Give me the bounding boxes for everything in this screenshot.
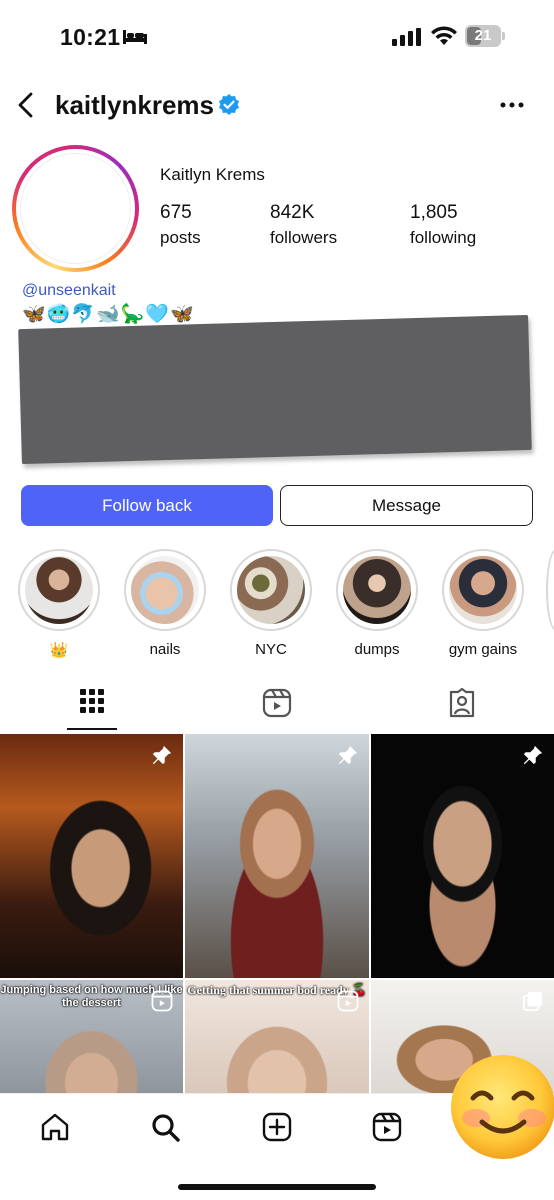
battery-percent: 21 [474,27,492,44]
battery-indicator: 21 [465,25,505,47]
profile-header: kaitlynkrems [0,80,554,130]
sleep-focus-icon [123,30,147,44]
stat-followers[interactable]: 842K followers [270,202,337,248]
post-thumbnail[interactable] [371,734,554,978]
highlight-label: dumps [354,641,400,658]
post-thumbnail[interactable] [0,734,183,978]
tab-reels[interactable] [185,682,369,732]
search-icon[interactable] [150,1112,180,1142]
profile-summary: Kaitlyn Krems 675 posts 842K followers 1… [0,145,554,275]
carousel-indicator-icon [522,991,543,1012]
highlight-label: 👑 [49,642,69,659]
profile-username: kaitlynkrems [55,90,214,120]
highlight-label: NYC [255,641,287,658]
stat-posts[interactable]: 675 posts [160,202,201,248]
grid-icon [80,689,104,713]
pinned-icon [338,745,358,765]
highlight-dumps[interactable]: dumps [335,549,419,658]
redaction-block [18,314,532,465]
reel-indicator-icon [337,990,359,1012]
highlight-crown[interactable]: 👑 [17,549,101,659]
message-button[interactable]: Message [280,485,533,526]
post-thumbnail[interactable] [185,734,369,978]
pinned-icon [152,745,172,765]
home-icon[interactable] [40,1112,70,1142]
posts-label: posts [160,228,201,247]
create-post-icon[interactable] [262,1112,292,1142]
followers-count: 842K [270,202,315,223]
story-highlights: 👑 nails NYC dumps gym gains [0,549,554,664]
highlight-nyc[interactable]: NYC [229,549,313,658]
highlight-label: nails [149,641,181,658]
cellular-signal-icon [392,28,421,46]
tagged-person-icon [449,688,475,718]
back-arrow-icon[interactable] [14,90,38,120]
home-indicator [178,1184,376,1190]
avatar-story-ring[interactable] [12,145,139,272]
stat-following[interactable]: 1,805 following [410,202,476,248]
reel-indicator-icon [151,990,173,1012]
tab-posts-grid[interactable] [0,682,184,732]
following-count: 1,805 [410,202,458,223]
following-label: following [410,228,477,247]
posts-grid: Jumping based on how much I like the des… [0,734,554,1094]
tab-tagged[interactable] [370,682,554,732]
highlight-next-partial[interactable] [546,549,554,631]
posts-count: 675 [160,202,192,223]
highlight-nails[interactable]: nails [123,549,207,658]
verified-badge-icon [219,94,239,115]
reels-icon [262,688,292,718]
wifi-icon [431,26,457,45]
reel-thumbnail[interactable]: Getting that summer bod ready 🍒 [185,980,369,1094]
smiling-emoji-sticker-icon [451,1055,554,1159]
pinned-icon [523,745,543,765]
bio-mention-link[interactable]: @unseenkait [22,282,532,300]
reels-nav-icon[interactable] [372,1112,402,1142]
display-name: Kaitlyn Krems [160,165,265,184]
avatar [20,153,131,264]
follow-back-button[interactable]: Follow back [21,485,273,526]
highlight-label: gym gains [448,641,518,658]
active-tab-indicator [67,728,117,730]
status-bar: 10:21 21 [0,0,554,70]
more-options-icon[interactable] [500,100,524,110]
profile-content-tabs [0,682,554,732]
highlight-gym-gains[interactable]: gym gains [441,549,525,658]
status-time: 10:21 [60,24,121,50]
reel-thumbnail[interactable]: Jumping based on how much I like the des… [0,980,183,1094]
followers-label: followers [270,228,338,247]
